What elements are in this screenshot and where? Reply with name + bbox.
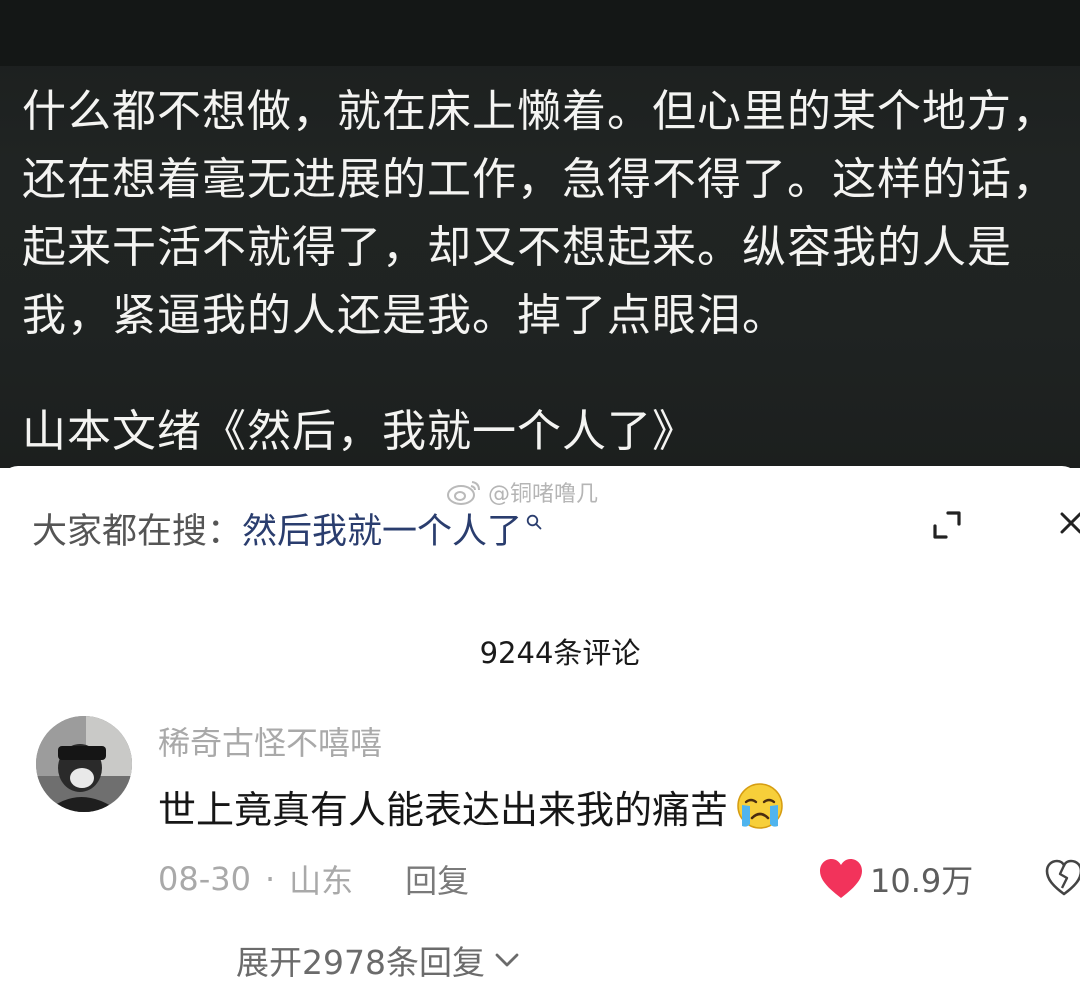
expand-replies-button[interactable]: 展开2978条回复 [236,936,521,984]
app-screen: 什么都不想做，就在床上懒着。但心里的某个地方， 还在想着毫无进展的工作，急得不得… [0,0,1080,987]
video-frame[interactable]: 什么都不想做，就在床上懒着。但心里的某个地方， 还在想着毫无进展的工作，急得不得… [0,0,1080,468]
quote-line: 起来干活不就得了，却又不想起来。纵容我的人是 [22,222,1012,273]
search-suggestion-prefix: 大家都在搜： [32,511,243,552]
comment-date: 08-30 [158,860,251,898]
meta-separator: · [264,860,276,898]
close-icon[interactable] [1058,510,1080,540]
reply-button[interactable]: 回复 [405,856,469,902]
like-button[interactable]: 10.9万 [818,856,973,902]
comment-location: 山东 [289,862,354,900]
chevron-down-icon [495,953,519,967]
comment-body: 世上竟真有人能表达出来我的痛苦 [158,778,788,834]
expand-replies-label: 展开2978条回复 [236,943,485,982]
quote-line: 什么都不想做，就在床上懒着。但心里的某个地方， [22,86,1057,137]
comment-meta: 08-30 · 山东 回复 [158,856,469,902]
quote-source: 山本文绪《然后，我就一个人了》 [22,406,697,457]
dislike-icon[interactable] [1044,858,1080,898]
comment-text: 世上竟真有人能表达出来我的痛苦 [158,787,729,832]
avatar[interactable] [36,716,132,812]
quote-text: 什么都不想做，就在床上懒着。但心里的某个地方， 还在想着毫无进展的工作，急得不得… [22,78,1072,350]
search-icon [526,514,542,530]
comment-username[interactable]: 稀奇古怪不嘻嘻 [158,718,382,764]
search-suggestion[interactable]: 大家都在搜： 然后我就一个人了 [32,500,542,556]
expand-icon[interactable] [930,508,964,542]
comment-count: 9244条评论 [479,636,641,670]
quote-line: 我，紧逼我的人还是我。掉了点眼泪。 [22,290,787,341]
video-top-strip [0,0,1080,66]
like-count: 10.9万 [870,862,974,900]
heart-icon [820,859,862,898]
search-suggestion-term[interactable]: 然后我就一个人了 [242,503,522,554]
quote-line: 还在想着毫无进展的工作，急得不得了。这样的话， [22,154,1057,205]
crying-face-icon [737,783,783,829]
avatar-image [36,716,132,812]
